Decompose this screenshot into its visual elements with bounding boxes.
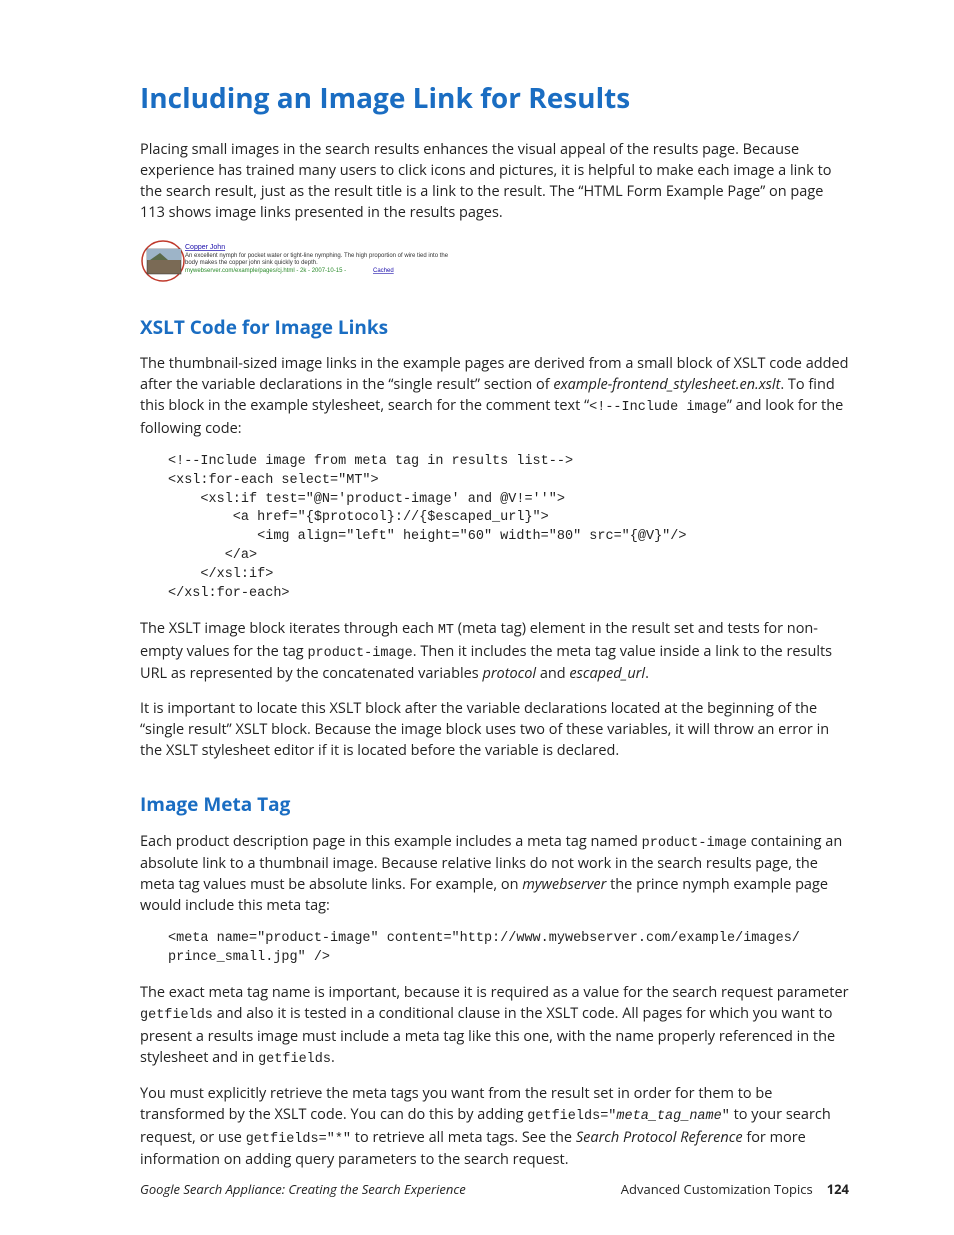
page-body: Including an Image Link for Results Plac… bbox=[0, 0, 954, 1235]
inline-code: getfields="meta_tag_name" bbox=[527, 1109, 730, 1124]
meta-retrieve-paragraph: You must explicitly retrieve the meta ta… bbox=[140, 1083, 849, 1170]
code-block-meta: <meta name="product-image" content="http… bbox=[168, 930, 849, 968]
var-name: protocol bbox=[482, 664, 536, 683]
svg-text:Copper John: Copper John bbox=[185, 244, 225, 251]
page-footer: Google Search Appliance: Creating the Se… bbox=[140, 1180, 849, 1199]
intro-paragraph: Placing small images in the search resul… bbox=[140, 139, 849, 223]
footer-section: Advanced Customization Topics124 bbox=[621, 1180, 849, 1199]
xslt-explain-paragraph: The XSLT image block iterates through ea… bbox=[140, 618, 849, 684]
filename: example-frontend_stylesheet.en.xslt bbox=[553, 375, 780, 394]
svg-text:An excellent nymph for pocket: An excellent nymph for pocket water or t… bbox=[185, 253, 449, 259]
inline-code: getfields="*" bbox=[246, 1132, 351, 1147]
code-block-xslt: <!--Include image from meta tag in resul… bbox=[168, 453, 849, 604]
meta-note-paragraph: The exact meta tag name is important, be… bbox=[140, 982, 849, 1069]
inline-code: product-image bbox=[307, 646, 412, 661]
svg-text:Cached: Cached bbox=[373, 268, 394, 274]
svg-text:mywebserver.com/example/pages/: mywebserver.com/example/pages/cj.html - … bbox=[185, 268, 346, 274]
example-thumbnail-figure: Copper John An excellent nymph for pocke… bbox=[140, 239, 849, 284]
server-name: mywebserver bbox=[522, 875, 606, 894]
inline-code: <!--Include image bbox=[589, 400, 727, 415]
heading-meta: Image Meta Tag bbox=[140, 791, 849, 819]
svg-text:body makes the copper john sin: body makes the copper john sink quickly … bbox=[185, 260, 318, 266]
xslt-note-paragraph: It is important to locate this XSLT bloc… bbox=[140, 698, 849, 761]
inline-code: getfields bbox=[258, 1052, 331, 1067]
xslt-intro-paragraph: The thumbnail-sized image links in the e… bbox=[140, 353, 849, 439]
heading-1: Including an Image Link for Results bbox=[140, 78, 849, 119]
reference-title: Search Protocol Reference bbox=[576, 1128, 743, 1147]
heading-xslt: XSLT Code for Image Links bbox=[140, 314, 849, 342]
footer-doc-title: Google Search Appliance: Creating the Se… bbox=[140, 1180, 466, 1199]
inline-code: getfields bbox=[140, 1008, 213, 1023]
var-name: escaped_url bbox=[569, 664, 645, 683]
page-number: 124 bbox=[827, 1180, 849, 1198]
inline-code: product-image bbox=[642, 836, 747, 851]
meta-intro-paragraph: Each product description page in this ex… bbox=[140, 831, 849, 917]
inline-code: MT bbox=[438, 623, 454, 638]
